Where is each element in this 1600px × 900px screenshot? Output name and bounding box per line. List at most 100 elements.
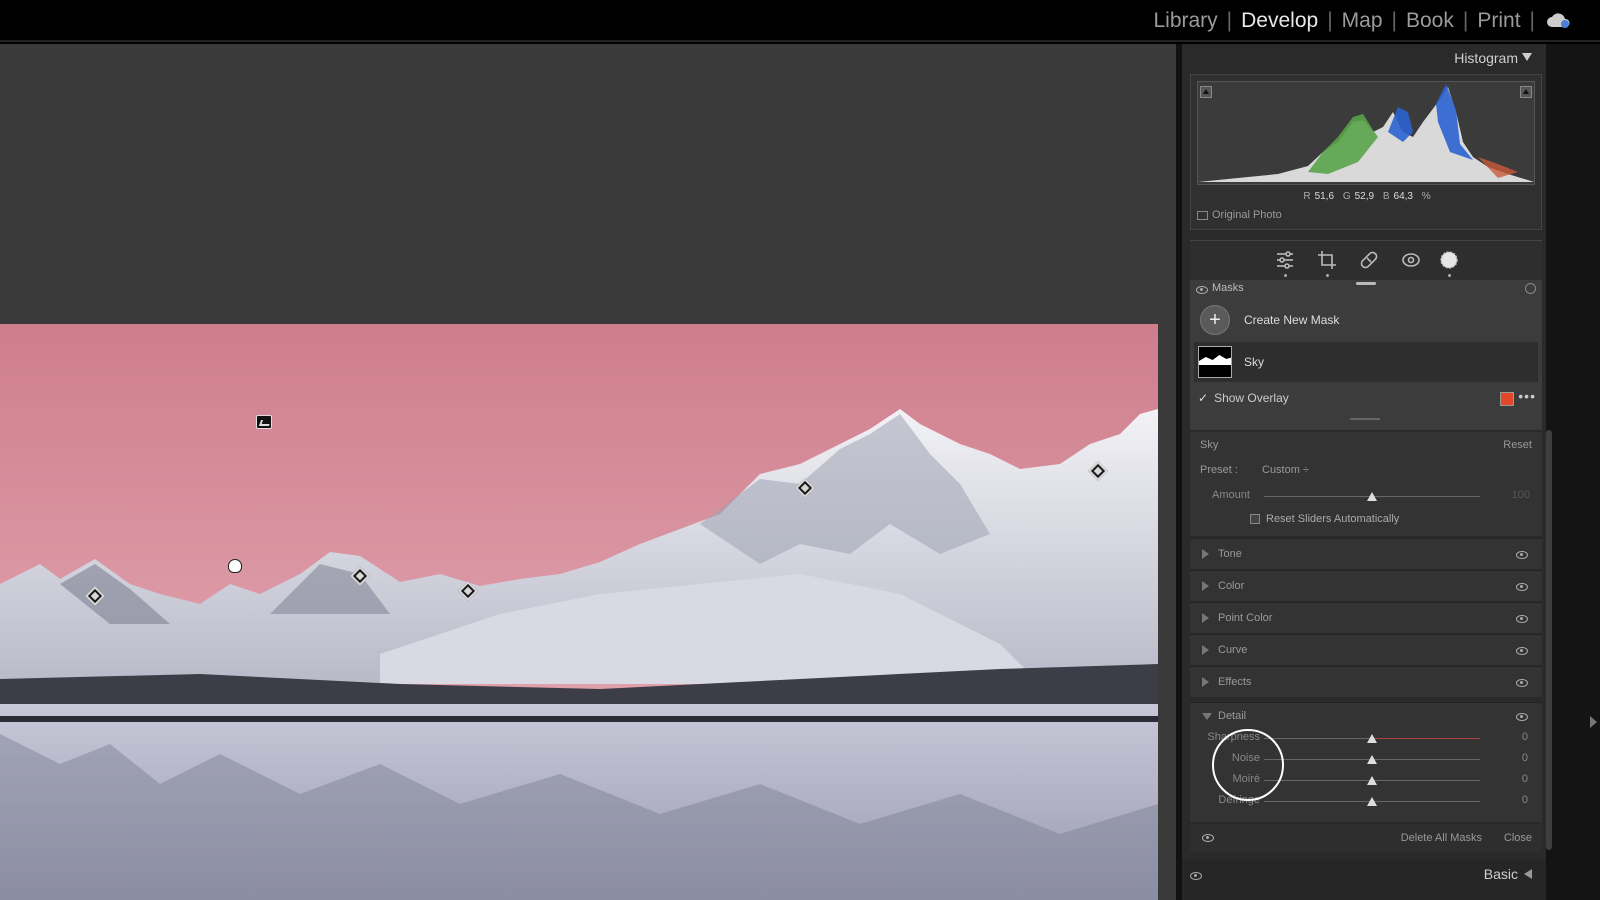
info-icon[interactable] [1525,283,1536,294]
sharpness-slider-thumb[interactable] [1367,734,1377,743]
close-button[interactable]: Close [1504,832,1532,844]
module-list: Library | Develop | Map | Book | Print | [1147,9,1572,33]
module-print[interactable]: Print [1471,9,1526,33]
eye-icon[interactable] [1202,834,1214,842]
eye-icon[interactable] [1190,872,1202,880]
mask-settings-panel: Sky Reset Preset : Custom ÷ Amount 100 R… [1190,432,1542,536]
section-label: Effects [1218,676,1252,688]
masking-icon[interactable] [1438,249,1460,271]
plus-icon[interactable]: + [1200,305,1230,335]
original-photo-checkbox[interactable] [1197,210,1208,220]
section-point-color[interactable]: Point Color [1190,602,1542,633]
expand-arrow-icon[interactable] [1202,677,1209,687]
histogram-header[interactable]: Histogram [1182,44,1546,72]
section-curve[interactable]: Curve [1190,634,1542,665]
section-tone[interactable]: Tone [1190,538,1542,569]
cloud-sync-icon[interactable] [1546,13,1572,29]
masks-title: Masks [1212,282,1244,294]
mask-thumbnail[interactable] [1198,346,1232,378]
section-label: Detail [1218,710,1247,722]
section-label: Point Color [1218,612,1273,624]
defringe-slider-thumb[interactable] [1367,797,1377,806]
more-options-icon[interactable]: ••• [1518,388,1536,404]
edit-sliders-icon[interactable] [1274,249,1296,271]
module-separator: | [1391,9,1397,32]
show-overlay-label: Show Overlay [1214,391,1289,405]
panel-edge [1546,44,1600,900]
amount-slider-thumb[interactable] [1367,492,1377,501]
panel-grabber[interactable] [1350,418,1380,420]
reset-button[interactable]: Reset [1503,439,1532,451]
basic-panel-header[interactable]: Basic [1182,860,1546,900]
section-effects[interactable]: Effects [1190,666,1542,697]
defringe-value[interactable]: 0 [1522,794,1528,806]
r-value: 51,6 [1314,191,1335,202]
mask-list-item[interactable]: Sky [1194,342,1538,382]
tool-indicator-dot [1448,274,1451,277]
eye-icon[interactable] [1516,713,1528,721]
reset-sliders-toggle[interactable]: Reset Sliders Automatically [1250,513,1399,525]
mask-name: Sky [1244,355,1265,369]
eye-icon[interactable] [1516,679,1528,687]
image-pin-icon[interactable] [256,415,272,429]
tool-indicator-dot [1284,274,1287,277]
collapse-panel-arrow-icon[interactable] [1590,716,1597,728]
overlay-color-swatch[interactable] [1500,392,1514,406]
original-photo-toggle[interactable]: Original Photo [1197,209,1282,221]
collapse-triangle-icon[interactable] [1522,53,1532,61]
sharpness-value[interactable]: 0 [1522,731,1528,743]
eye-icon[interactable] [1516,583,1528,591]
eye-icon[interactable] [1516,615,1528,623]
histogram-readout: R 51,6 G 52,9 B 64,3 % [1191,191,1543,202]
checkmark-icon[interactable]: ✓ [1198,391,1208,405]
image-canvas[interactable] [0,44,1176,900]
histogram-graph[interactable] [1197,81,1535,185]
expand-arrow-icon[interactable] [1202,613,1209,623]
moire-slider-thumb[interactable] [1367,776,1377,785]
r-label: R [1303,191,1311,202]
eye-icon[interactable] [1516,647,1528,655]
expand-arrow-icon[interactable] [1202,581,1209,591]
tool-strip [1190,240,1542,280]
b-value: 64,3 [1393,191,1413,202]
module-map[interactable]: Map [1336,9,1389,33]
panel-grabber[interactable] [1356,282,1376,285]
expand-arrow-icon[interactable] [1202,645,1209,655]
amount-value[interactable]: 100 [1512,489,1530,501]
section-label: Color [1218,580,1245,592]
original-photo-label: Original Photo [1212,209,1282,221]
expand-triangle-icon[interactable] [1524,869,1532,879]
noise-value[interactable]: 0 [1522,752,1528,764]
preset-select[interactable]: Custom ÷ [1262,464,1309,476]
eye-icon[interactable] [1196,286,1208,294]
histogram-box: R 51,6 G 52,9 B 64,3 % Original Photo [1190,74,1542,230]
moire-value[interactable]: 0 [1522,773,1528,785]
eye-icon[interactable] [1516,551,1528,559]
module-develop[interactable]: Develop [1235,9,1324,33]
module-picker-bar: Library | Develop | Map | Book | Print | [0,0,1600,42]
module-library[interactable]: Library [1147,9,1223,33]
noise-slider-thumb[interactable] [1367,755,1377,764]
histogram-title: Histogram [1454,50,1518,66]
delete-all-masks-button[interactable]: Delete All Masks [1401,832,1482,844]
create-new-mask-button[interactable]: + Create New Mask [1190,300,1542,340]
photo-preview[interactable] [0,324,1158,900]
hand-cursor-icon [228,559,242,573]
show-overlay-row: ✓ Show Overlay ••• [1190,388,1542,408]
panel-scrollbar[interactable] [1546,430,1552,850]
module-book[interactable]: Book [1400,9,1460,33]
red-eye-icon[interactable] [1400,249,1422,271]
highlight-clipping-icon[interactable] [1520,86,1532,98]
shadow-clipping-icon[interactable] [1200,86,1212,98]
g-label: G [1342,191,1351,202]
reset-sliders-checkbox[interactable] [1250,514,1260,524]
amount-label: Amount [1212,489,1250,501]
expand-arrow-icon[interactable] [1202,549,1209,559]
masks-panel: Masks + Create New Mask Sky ✓ Show Overl… [1190,280,1542,430]
crop-icon[interactable] [1316,249,1338,271]
click-highlight-ring [1212,729,1284,801]
reset-sliders-label: Reset Sliders Automatically [1266,513,1400,525]
healing-icon[interactable] [1358,249,1380,271]
section-color[interactable]: Color [1190,570,1542,601]
collapse-arrow-icon[interactable] [1202,713,1212,720]
